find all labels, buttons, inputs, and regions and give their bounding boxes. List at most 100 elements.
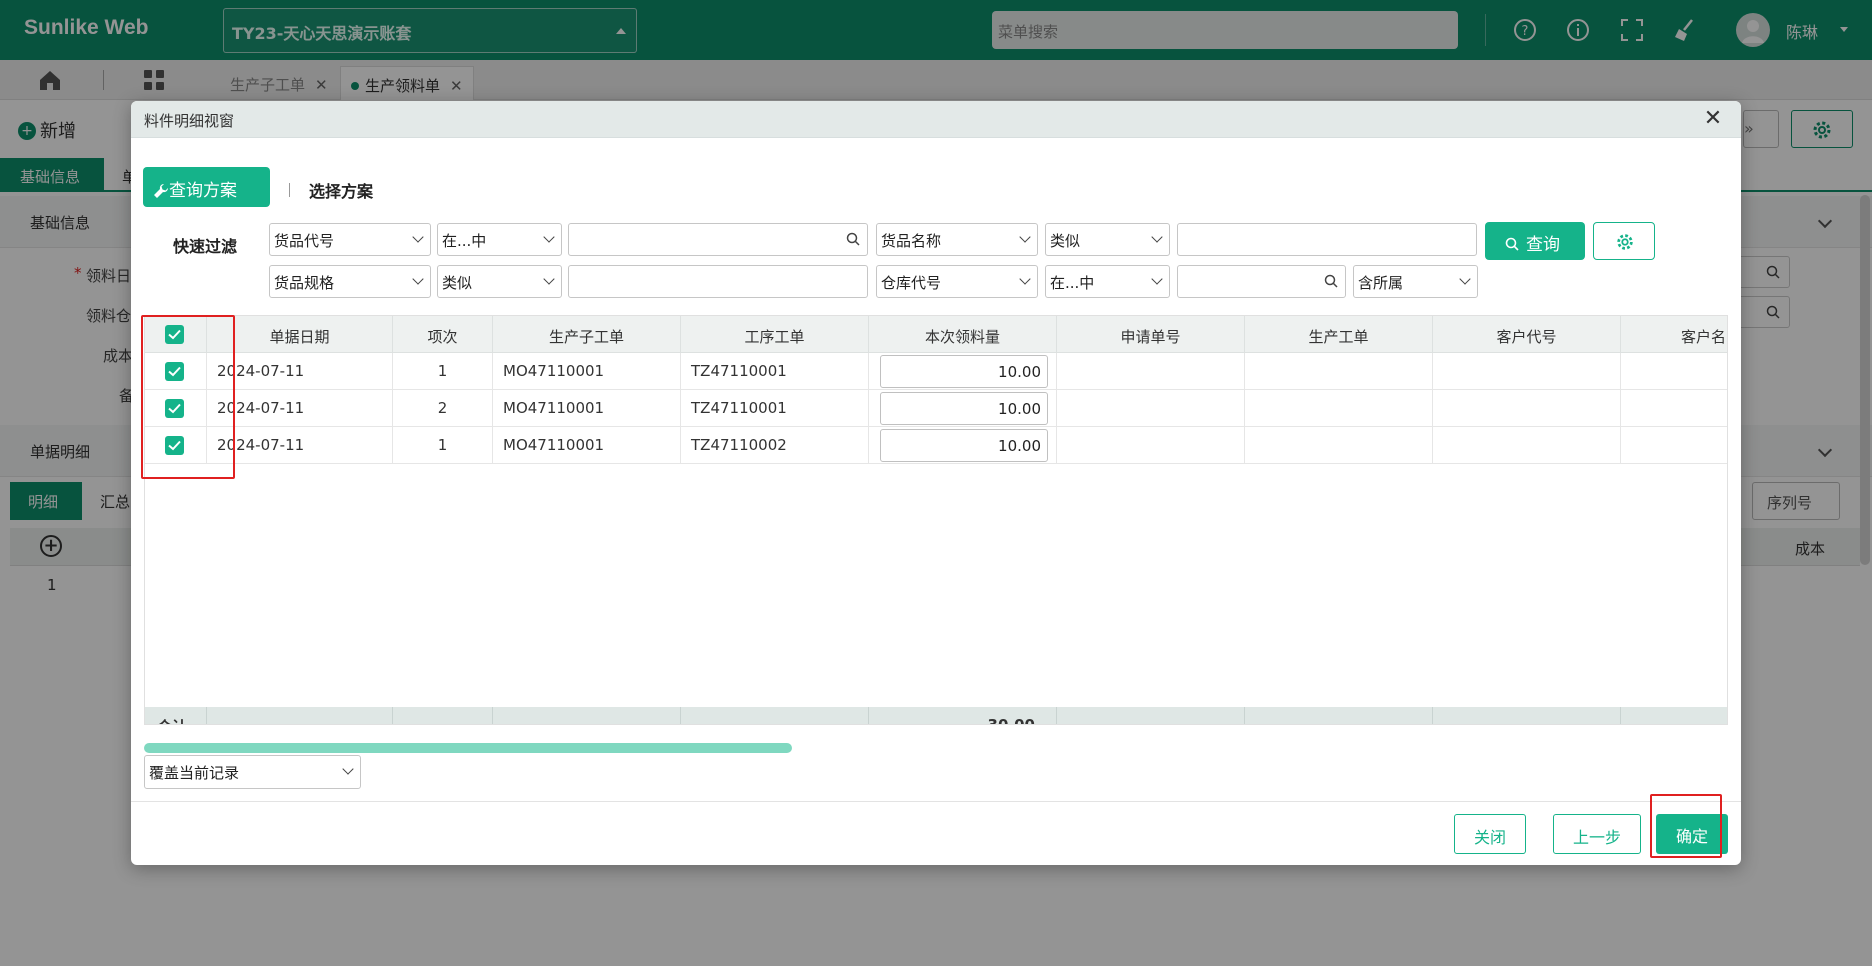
cell-op-order: TZ47110001 xyxy=(681,353,869,390)
filter-field-value: 货品代号 xyxy=(274,232,335,250)
total-cell xyxy=(393,707,493,724)
total-cell xyxy=(145,707,207,724)
total-cell xyxy=(1433,707,1621,724)
cell-sub-order: MO47110001 xyxy=(493,390,681,427)
filter-operator-select[interactable]: 类似 xyxy=(1045,223,1170,256)
qty-input[interactable]: 10.00 xyxy=(880,392,1048,425)
cell-apply-no xyxy=(1057,353,1245,390)
filter-value-input[interactable] xyxy=(568,223,868,256)
dialog-header: 料件明细视窗 ✕ xyxy=(131,101,1741,138)
overwrite-mode-select[interactable]: 覆盖当前记录 xyxy=(144,755,361,789)
total-cell xyxy=(1057,707,1245,724)
highlight-checkbox-column xyxy=(141,315,235,479)
filter-operator-value: 类似 xyxy=(442,274,473,292)
filter-operator-value: 在...中 xyxy=(442,232,487,250)
include-sub-select[interactable]: 含所属 xyxy=(1353,265,1478,298)
select-plan-link[interactable]: 选择方案 xyxy=(309,178,373,202)
overwrite-mode-value: 覆盖当前记录 xyxy=(149,764,240,782)
filter-value-input[interactable] xyxy=(1177,223,1477,256)
cell-customer-name xyxy=(1621,390,1727,427)
cell-customer-name xyxy=(1621,353,1727,390)
qty-input[interactable]: 10.00 xyxy=(880,355,1048,388)
cell-item: 1 xyxy=(393,353,493,390)
filter-operator-value: 在...中 xyxy=(1050,274,1095,292)
cell-customer-code xyxy=(1433,390,1621,427)
column-header[interactable]: 项次 xyxy=(393,316,493,353)
column-header[interactable]: 生产子工单 xyxy=(493,316,681,353)
total-cell xyxy=(1245,707,1433,724)
column-header[interactable]: 客户代号 xyxy=(1433,316,1621,353)
chevron-down-icon xyxy=(543,273,555,285)
cell-op-order: TZ47110002 xyxy=(681,427,869,464)
horizontal-scrollbar[interactable] xyxy=(144,743,792,753)
close-button[interactable]: 关闭 xyxy=(1454,814,1526,854)
filter-field-select[interactable]: 货品规格 xyxy=(269,265,431,298)
gear-icon xyxy=(1617,234,1633,250)
search-button[interactable]: 查询 xyxy=(1485,222,1585,260)
query-plan-label: 查询方案 xyxy=(169,181,237,201)
cell-work-order xyxy=(1245,390,1433,427)
chevron-down-icon xyxy=(1151,273,1163,285)
chevron-down-icon xyxy=(1019,273,1031,285)
filter-settings-button[interactable] xyxy=(1593,222,1655,260)
cell-customer-name xyxy=(1621,427,1727,464)
cell-customer-code xyxy=(1433,353,1621,390)
total-row: 合计 30.00 xyxy=(145,707,1727,725)
filter-field-value: 货品规格 xyxy=(274,274,335,292)
include-sub-value: 含所属 xyxy=(1358,274,1404,292)
cell-sub-order: MO47110001 xyxy=(493,353,681,390)
cell-op-order: TZ47110001 xyxy=(681,390,869,427)
filter-operator-select[interactable]: 在...中 xyxy=(1045,265,1170,298)
wrench-icon xyxy=(154,183,169,198)
total-qty: 30.00 xyxy=(987,716,1035,725)
column-header[interactable]: 生产工单 xyxy=(1245,316,1433,353)
chevron-down-icon xyxy=(1151,231,1163,243)
filter-value-input[interactable] xyxy=(568,265,868,298)
query-plan-button[interactable]: 查询方案 xyxy=(143,167,270,207)
cell-customer-code xyxy=(1433,427,1621,464)
chevron-down-icon xyxy=(412,273,424,285)
chevron-down-icon xyxy=(543,231,555,243)
filter-value-input[interactable] xyxy=(1177,265,1346,298)
total-cell xyxy=(493,707,681,724)
filter-field-select[interactable]: 货品名称 xyxy=(876,223,1038,256)
chevron-down-icon xyxy=(342,763,354,775)
qty-input[interactable]: 10.00 xyxy=(880,429,1048,462)
app-root: Sunlike Web TY23-天心天思演示账套 菜单搜索 ? 陈琳 生产子工… xyxy=(0,0,1872,966)
filter-operator-select[interactable]: 在...中 xyxy=(437,223,562,256)
chevron-down-icon xyxy=(412,231,424,243)
column-header[interactable]: 客户名 xyxy=(1621,316,1727,353)
dialog-footer-divider xyxy=(131,801,1741,802)
cell-apply-no xyxy=(1057,390,1245,427)
search-icon xyxy=(1505,237,1519,251)
column-header[interactable]: 申请单号 xyxy=(1057,316,1245,353)
chevron-down-icon xyxy=(1459,273,1471,285)
cell-item: 1 xyxy=(393,427,493,464)
total-cell xyxy=(681,707,869,724)
column-header[interactable]: 工序工单 xyxy=(681,316,869,353)
filter-operator-select[interactable]: 类似 xyxy=(437,265,562,298)
total-cell xyxy=(207,707,393,724)
filter-operator-value: 类似 xyxy=(1050,232,1081,250)
search-label: 查询 xyxy=(1526,235,1560,255)
filter-field-value: 仓库代号 xyxy=(881,274,942,292)
close-icon[interactable]: ✕ xyxy=(1699,105,1727,133)
quick-filter-label: 快速过滤 xyxy=(173,237,238,256)
cell-work-order xyxy=(1245,427,1433,464)
filter-field-select[interactable]: 货品代号 xyxy=(269,223,431,256)
material-detail-dialog: 料件明细视窗 ✕ 查询方案 选择方案 快速过滤 货品代号 在...中 货品名称 … xyxy=(131,101,1741,865)
detail-grid: 单据日期 项次 生产子工单 工序工单 本次领料量 申请单号 生产工单 客户代号 … xyxy=(144,315,1728,725)
search-icon[interactable] xyxy=(846,232,861,247)
column-header[interactable]: 本次领料量 xyxy=(869,316,1057,353)
chevron-down-icon xyxy=(1019,231,1031,243)
search-icon[interactable] xyxy=(1324,274,1339,289)
divider xyxy=(289,183,290,197)
cell-apply-no xyxy=(1057,427,1245,464)
previous-step-button[interactable]: 上一步 xyxy=(1553,814,1641,854)
cell-item: 2 xyxy=(393,390,493,427)
filter-field-value: 货品名称 xyxy=(881,232,942,250)
cell-sub-order: MO47110001 xyxy=(493,427,681,464)
dialog-title: 料件明细视窗 xyxy=(144,112,235,130)
cell-work-order xyxy=(1245,353,1433,390)
filter-field-select[interactable]: 仓库代号 xyxy=(876,265,1038,298)
